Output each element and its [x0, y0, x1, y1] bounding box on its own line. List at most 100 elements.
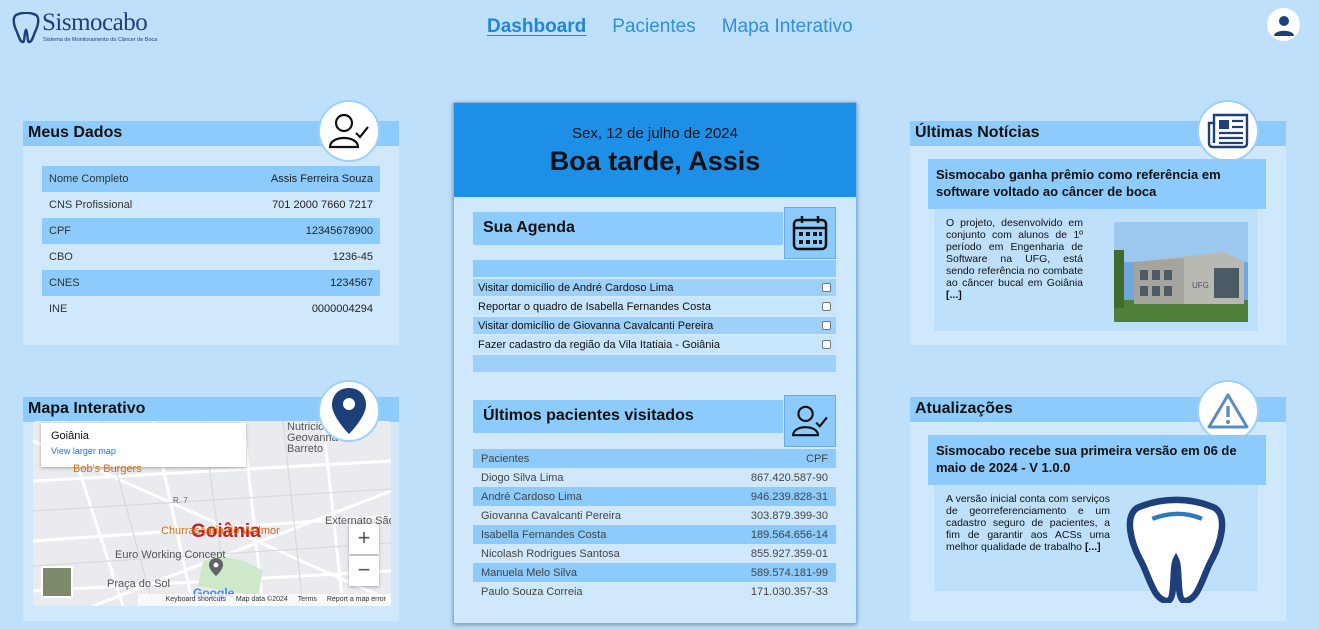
table-row[interactable]: André Cardoso Lima 946.239.828-31	[473, 487, 836, 506]
paciente-name: Nicolash Rodrigues Santosa	[481, 547, 620, 560]
agenda-item-checkbox[interactable]	[822, 302, 831, 311]
dados-value: 1234567	[330, 277, 373, 289]
greeting-text: Boa tarde, Assis	[549, 146, 761, 176]
table-row[interactable]: Paulo Souza Correia 171.030.357-33	[473, 582, 836, 601]
dados-value: 1236-45	[332, 251, 373, 263]
paciente-name: Manuela Melo Silva	[481, 566, 577, 579]
mapa-interativo-card: Mapa Interativo Goiânia View larger map …	[23, 380, 399, 621]
map-pin-icon	[209, 558, 223, 576]
brand-name: Sismocabo	[42, 9, 148, 36]
pacientes-table-header: Pacientes CPF	[473, 449, 836, 468]
agenda-list: Visitar domicílio de André Cardoso Lima …	[473, 260, 836, 372]
paciente-cpf: 171.030.357-33	[750, 585, 828, 598]
agenda-item[interactable]: Visitar domicílio de André Cardoso Lima	[473, 279, 836, 296]
tooth-logo-icon	[12, 12, 40, 44]
map-footer-text: Map data ©2024	[235, 596, 288, 603]
dashboard-center-panel: Sex, 12 de julho de 2024 Boa tarde, Assi…	[453, 102, 857, 624]
dados-value: 12345678900	[305, 225, 373, 237]
dados-value: Assis Ferreira Souza	[270, 173, 373, 185]
map-footer-link[interactable]: Terms	[298, 596, 317, 604]
paciente-name: Giovanna Cavalcanti Pereira	[481, 509, 622, 522]
map-popup: Goiânia View larger map	[41, 423, 246, 467]
map-place-label: Bob's Burgers	[73, 463, 142, 475]
dados-label: INE	[49, 303, 68, 315]
atualizacao-headline[interactable]: Sismocabo recebe sua primeira versão em …	[928, 435, 1266, 485]
noticia-text: O projeto, desenvolvido em conjunto com …	[946, 217, 1083, 301]
map-street-label: R. 7	[173, 496, 188, 505]
user-icon	[1273, 15, 1294, 36]
agenda-item-label: Fazer cadastro da região da Vila Itatiai…	[478, 338, 720, 351]
noticia-body: O projeto, desenvolvido em conjunto com …	[934, 209, 1258, 331]
dados-row: CNS Profissional 701 2000 7660 7217	[42, 192, 380, 218]
table-row[interactable]: Isabella Fernandes Costa 189.564.656-14	[473, 525, 836, 544]
agenda-item-checkbox[interactable]	[822, 283, 831, 292]
main-nav: Dashboard Pacientes Mapa Interativo	[487, 16, 853, 38]
paciente-cpf: 946.239.828-31	[750, 490, 828, 503]
table-row[interactable]: Diogo Silva Lima 867.420.587-90	[473, 468, 836, 487]
dados-label: CBO	[49, 251, 73, 263]
user-profile-button[interactable]	[1267, 8, 1300, 41]
nav-pacientes[interactable]: Pacientes	[612, 16, 695, 38]
table-row[interactable]: Giovanna Cavalcanti Pereira 303.879.399-3…	[473, 506, 836, 525]
meus-dados-card: Meus Dados Nome Completo Assis Ferreira S…	[23, 100, 399, 345]
agenda-item[interactable]: Fazer cadastro da região da Vila Itatiai…	[473, 336, 836, 353]
table-row[interactable]: Manuela Melo Silva 589.574.181-99	[473, 563, 836, 582]
dados-label: CNES	[49, 277, 80, 289]
map-footer-link[interactable]: Report a map error	[327, 596, 386, 604]
newspaper-icon	[1197, 100, 1259, 162]
view-larger-map-link[interactable]: View larger map	[51, 446, 236, 456]
warning-icon	[1197, 380, 1259, 442]
noticia-summary: O projeto, desenvolvido em conjunto com …	[946, 217, 1083, 289]
brand-tagline: Sistema de Monitoramento do Câncer de Bo…	[43, 37, 158, 43]
dados-value: 0000004294	[311, 303, 373, 315]
map-satellite-toggle[interactable]	[41, 566, 73, 598]
map-popup-title: Goiânia	[51, 430, 89, 442]
map-zoom-out-button[interactable]: −	[349, 556, 379, 586]
greeting-header: Sex, 12 de julho de 2024 Boa tarde, Assi…	[454, 103, 856, 197]
atualizacao-text: A versão inicial conta com serviços de g…	[946, 493, 1110, 553]
atualizacao-body: A versão inicial conta com serviços de g…	[934, 485, 1258, 603]
noticia-more-link[interactable]: [...]	[946, 289, 962, 301]
agenda-item-label: Visitar domicílio de André Cardoso Lima	[478, 281, 674, 294]
map-place-label: Praça do Sol	[107, 578, 170, 590]
agenda-list-header	[473, 260, 836, 277]
paciente-cpf: 589.574.181-99	[750, 566, 828, 579]
dados-row: CNES 1234567	[42, 270, 380, 296]
agenda-list-footer	[473, 355, 836, 372]
noticia-headline[interactable]: Sismocabo ganha prêmio como referência e…	[928, 159, 1266, 209]
agenda-item-checkbox[interactable]	[822, 340, 831, 349]
map-footer-link[interactable]: Keyboard shortcuts	[166, 596, 226, 604]
paciente-name: Diogo Silva Lima	[481, 471, 564, 484]
dados-row: Nome Completo Assis Ferreira Souza	[42, 166, 380, 192]
column-header-pacientes: Pacientes	[481, 452, 530, 465]
agenda-item-label: Reportar o quadro de Isabella Fernandes …	[478, 300, 711, 313]
agenda-title: Sua Agenda	[473, 212, 783, 245]
agenda-item[interactable]: Visitar domicílio de Giovanna Cavalcanti…	[473, 317, 836, 334]
meus-dados-table: Nome Completo Assis Ferreira Souza CNS Pr…	[42, 166, 380, 322]
map-pin-icon	[318, 380, 380, 442]
map-zoom-in-button[interactable]: +	[349, 524, 379, 554]
agenda-item-label: Visitar domicílio de Giovanna Cavalcanti…	[478, 319, 714, 332]
dados-row: CBO 1236-45	[42, 244, 380, 270]
nav-mapa-interativo[interactable]: Mapa Interativo	[722, 16, 853, 38]
pacientes-table: Pacientes CPF Diogo Silva Lima 867.420.587…	[473, 449, 836, 601]
agenda-item-checkbox[interactable]	[822, 321, 831, 330]
app-logo[interactable]: Sismocabo Sistema de Monitoramento do Câ…	[12, 9, 172, 46]
nav-dashboard[interactable]: Dashboard	[487, 16, 586, 38]
map-place-label: Churrascaria do Walmor	[161, 525, 280, 537]
current-date: Sex, 12 de julho de 2024	[572, 125, 738, 142]
calendar-icon	[784, 207, 836, 259]
dados-row: INE 0000004294	[42, 296, 380, 322]
user-check-icon	[318, 100, 380, 162]
noticias-card: Últimas Notícias Sismocabo ganha prêmio …	[910, 100, 1286, 345]
map-view[interactable]: Goiânia View larger map Nutricio Geovann…	[33, 421, 391, 606]
atualizacao-more-link[interactable]: [...]	[1085, 541, 1101, 553]
table-row[interactable]: Nicolash Rodrigues Santosa 855.927.359-01	[473, 544, 836, 563]
paciente-cpf: 189.564.656-14	[750, 528, 828, 541]
paciente-cpf: 867.420.587-90	[750, 471, 828, 484]
map-footer: Keyboard shortcuts Map data ©2024 Terms …	[138, 594, 391, 606]
news-photo: UFG	[1114, 222, 1248, 322]
atualizacoes-card: Atualizações Sismocabo recebe sua primei…	[910, 380, 1286, 621]
agenda-item[interactable]: Reportar o quadro de Isabella Fernandes …	[473, 298, 836, 315]
dados-row: CPF 12345678900	[42, 218, 380, 244]
